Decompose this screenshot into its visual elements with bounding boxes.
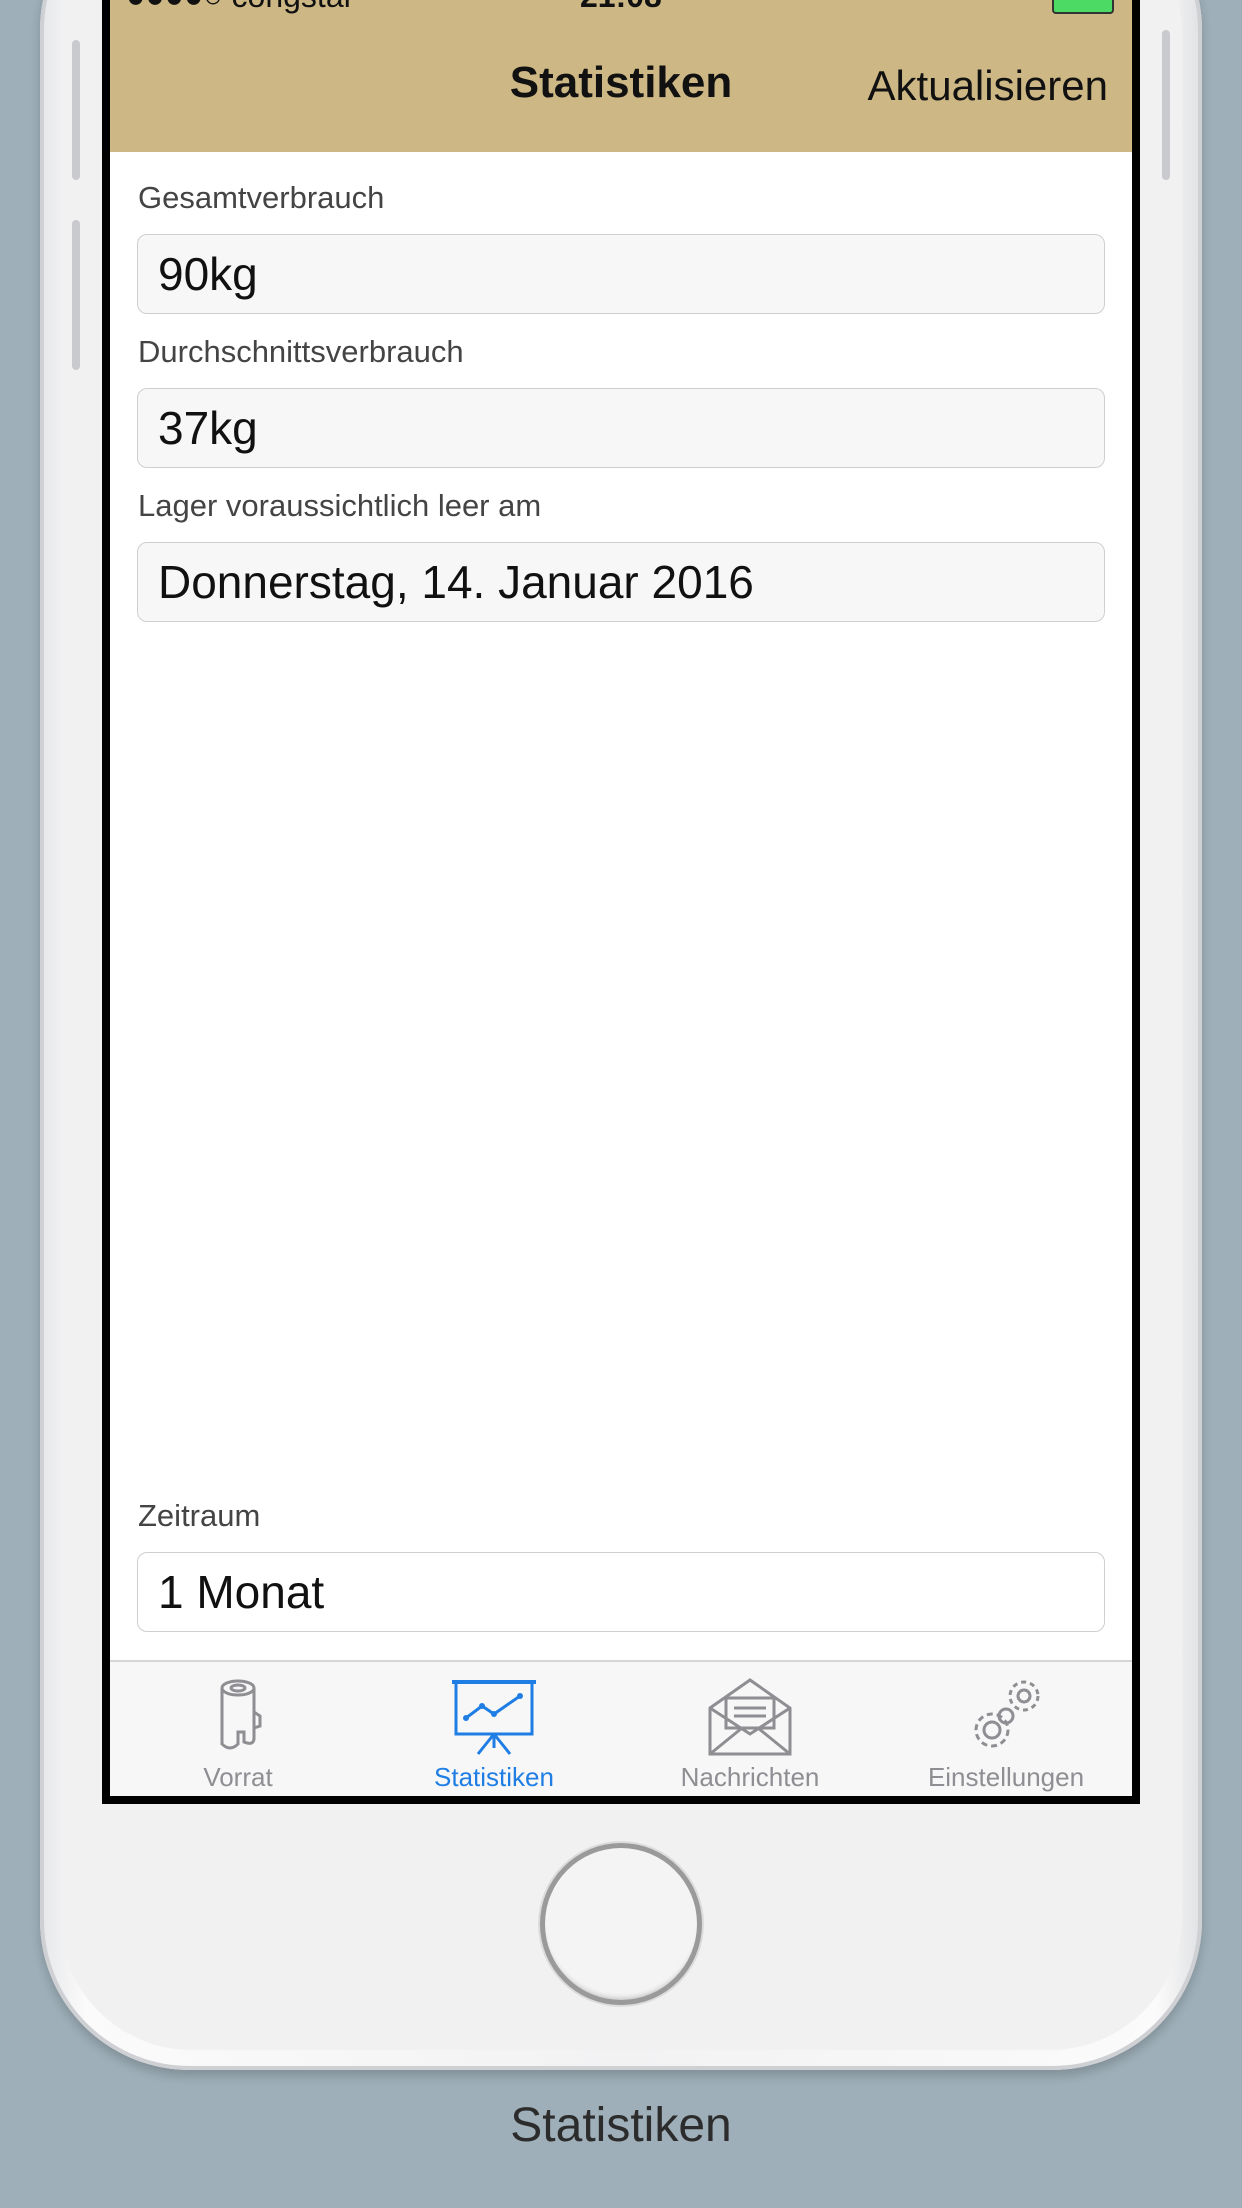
stock-empty-date-field[interactable]: Donnerstag, 14. Januar 2016 xyxy=(137,542,1105,622)
tab-einstellungen[interactable]: Einstellungen xyxy=(878,1662,1132,1796)
envelope-icon xyxy=(708,1678,792,1756)
period-label: Zeitraum xyxy=(138,1498,261,1533)
total-consumption-label: Gesamtverbrauch xyxy=(138,180,385,215)
total-consumption-field[interactable]: 90kg xyxy=(137,234,1105,314)
volume-down-button xyxy=(72,220,80,370)
tab-vorrat[interactable]: Vorrat xyxy=(110,1662,366,1796)
tab-label-statistiken: Statistiken xyxy=(434,1762,554,1792)
navigation-bar: ●●●●○ congstar 21:08 Statistiken Aktuali… xyxy=(110,0,1132,152)
refresh-button[interactable]: Aktualisieren xyxy=(868,62,1108,110)
average-consumption-field[interactable]: 37kg xyxy=(137,388,1105,468)
gears-icon xyxy=(974,1680,1040,1748)
log-icon xyxy=(220,1679,262,1750)
carrier-signal: ●●●●○ congstar xyxy=(126,0,354,15)
status-bar: ●●●●○ congstar 21:08 xyxy=(110,0,1132,18)
tab-label-einstellungen: Einstellungen xyxy=(927,1762,1085,1792)
average-consumption-label: Durchschnittsverbrauch xyxy=(138,334,464,369)
volume-up-button xyxy=(72,40,80,180)
tab-statistiken[interactable]: Statistiken xyxy=(366,1662,622,1796)
status-time: 21:08 xyxy=(580,0,662,15)
tab-label-vorrat: Vorrat xyxy=(203,1762,273,1792)
home-button[interactable] xyxy=(540,1843,702,2005)
chart-board-icon xyxy=(452,1680,536,1755)
stock-empty-label: Lager voraussichtlich leer am xyxy=(138,488,542,523)
screenshot-caption: Statistiken xyxy=(510,2099,732,2152)
tab-nachrichten[interactable]: Nachrichten xyxy=(622,1662,878,1796)
app-screen: ●●●●○ congstar 21:08 Statistiken Aktuali… xyxy=(110,0,1132,1796)
power-button xyxy=(1162,30,1170,180)
tab-bar: Vorrat Statistiken Nachrichten Einstellu… xyxy=(110,1660,1132,1796)
period-picker[interactable]: 1 Monat xyxy=(137,1552,1105,1632)
battery-icon xyxy=(1052,0,1114,15)
tab-label-nachrichten: Nachrichten xyxy=(680,1762,820,1792)
